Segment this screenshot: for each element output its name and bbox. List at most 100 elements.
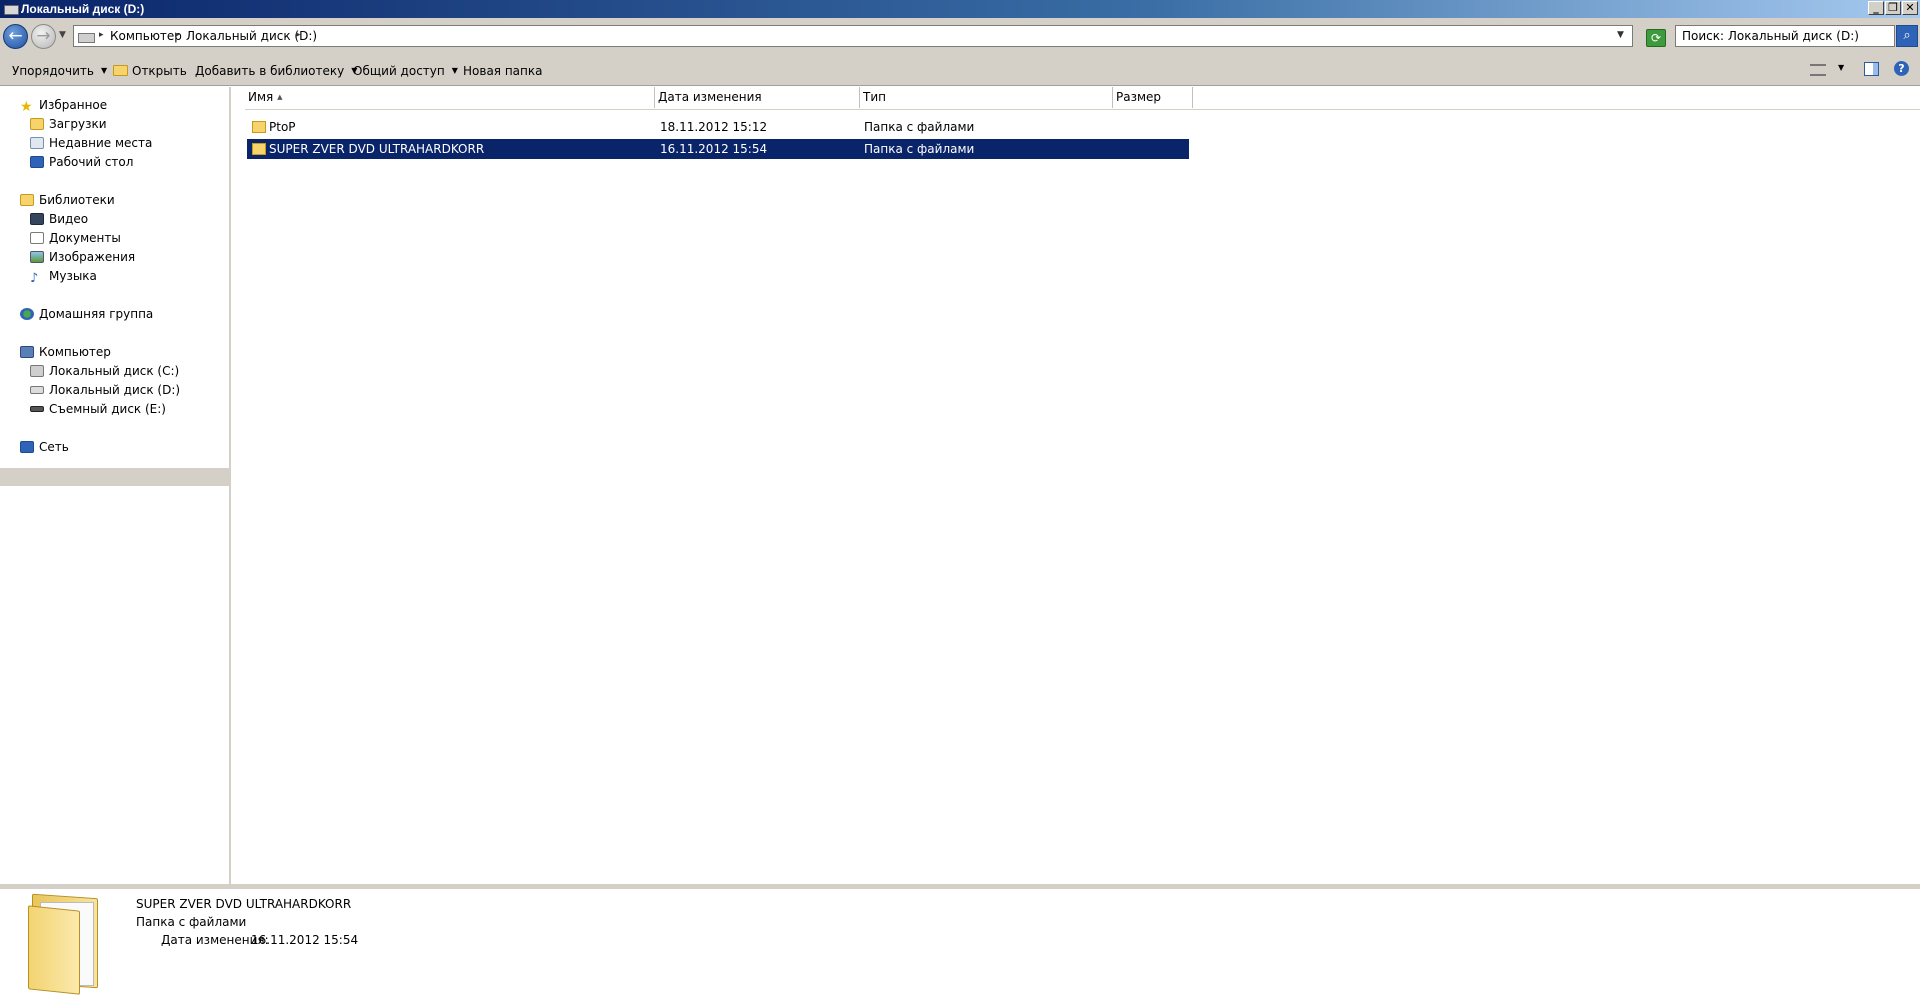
nav-item-downloads[interactable]: Загрузки	[30, 115, 107, 133]
chevron-right-icon[interactable]: ▸	[99, 30, 104, 40]
nav-item-music[interactable]: ♪ Музыка	[30, 267, 97, 285]
minimize-button[interactable]: _	[1868, 1, 1884, 15]
nav-item-documents[interactable]: Документы	[30, 229, 121, 247]
search-icon: ⌕	[1903, 28, 1911, 43]
nav-item-label: Видео	[49, 212, 89, 226]
details-name: SUPER ZVER DVD ULTRAHARDKORR	[136, 897, 352, 911]
folder-icon	[113, 65, 128, 76]
add-to-library-button[interactable]: Добавить в библиотеку ▼	[195, 64, 357, 78]
network-icon	[20, 441, 34, 453]
file-modified: 16.11.2012 15:54	[660, 142, 768, 156]
help-icon[interactable]: ?	[1894, 61, 1909, 76]
nav-item-recent-places[interactable]: Недавние места	[30, 134, 152, 152]
address-toolbar: ← → ▼ ▸ Компьютер ▸ Локальный диск (D:) …	[0, 18, 1920, 56]
window-title: Локальный диск (D:)	[21, 2, 145, 16]
chevron-right-icon[interactable]: ▸	[296, 30, 301, 40]
table-row[interactable]: SUPER ZVER DVD ULTRAHARDKORR 16.11.2012 …	[247, 139, 1189, 159]
nav-favorites-label: Избранное	[39, 98, 108, 112]
back-button[interactable]: ←	[3, 24, 28, 49]
nav-libraries-label: Библиотеки	[39, 193, 115, 207]
nav-item-pictures[interactable]: Изображения	[30, 248, 135, 266]
chevron-right-icon[interactable]: ▸	[175, 30, 180, 40]
nav-computer[interactable]: Компьютер	[20, 343, 111, 361]
large-folder-icon	[24, 888, 104, 995]
file-name: SUPER ZVER DVD ULTRAHARDKORR	[269, 142, 485, 156]
history-dropdown[interactable]: ▼	[59, 30, 67, 40]
nav-network-label: Сеть	[39, 440, 69, 454]
new-folder-button[interactable]: Новая папка	[463, 64, 542, 78]
nav-libraries[interactable]: Библиотеки	[20, 191, 115, 209]
pictures-icon	[30, 251, 44, 263]
share-label: Общий доступ	[353, 64, 445, 78]
title-bar[interactable]: Локальный диск (D:) _ ❐ ✕	[0, 0, 1920, 18]
arrow-right-icon: →	[36, 26, 51, 46]
nav-item-removable-disk-e[interactable]: Съемный диск (E:)	[30, 400, 166, 418]
file-list-pane[interactable]	[232, 87, 1920, 884]
nav-item-local-disk-c[interactable]: Локальный диск (C:)	[30, 362, 179, 380]
share-button[interactable]: Общий доступ ▼	[353, 64, 458, 78]
star-icon: ★	[20, 99, 33, 115]
close-button[interactable]: ✕	[1902, 1, 1918, 15]
desktop-icon	[30, 156, 44, 168]
arrow-left-icon: ←	[8, 26, 23, 46]
nav-item-label: Музыка	[49, 269, 97, 283]
drive-icon	[30, 386, 44, 394]
documents-icon	[30, 232, 44, 244]
open-label: Открыть	[132, 64, 187, 78]
add-to-library-label: Добавить в библиотеку	[195, 64, 345, 78]
column-header-size[interactable]: Размер	[1113, 87, 1193, 108]
downloads-folder-icon	[30, 118, 44, 130]
chevron-down-icon[interactable]: ▼	[1838, 63, 1844, 72]
nav-item-label: Изображения	[49, 250, 136, 264]
nav-item-label: Загрузки	[49, 117, 107, 131]
refresh-icon: ⟳	[1650, 31, 1662, 45]
nav-item-label: Документы	[49, 231, 121, 245]
nav-item-label: Локальный диск (C:)	[49, 364, 180, 378]
search-button[interactable]: ⌕	[1896, 25, 1918, 47]
details-modified-value: 16.11.2012 15:54	[251, 933, 359, 947]
recent-places-icon	[30, 137, 44, 149]
nav-item-desktop[interactable]: Рабочий стол	[30, 153, 133, 171]
video-icon	[30, 213, 44, 225]
address-dropdown-icon[interactable]: ▼	[1617, 30, 1624, 40]
column-name-label: Имя	[248, 90, 274, 104]
folder-icon	[252, 143, 266, 155]
file-type: Папка с файлами	[864, 142, 975, 156]
drive-icon	[4, 5, 19, 15]
nav-network[interactable]: Сеть	[20, 438, 69, 456]
nav-item-label: Недавние места	[49, 136, 153, 150]
nav-item-label: Съемный диск (E:)	[49, 402, 166, 416]
restore-button[interactable]: ❐	[1885, 1, 1901, 15]
open-button[interactable]: Открыть	[113, 64, 187, 78]
column-header-type[interactable]: Тип	[860, 87, 1113, 108]
nav-item-local-disk-d[interactable]: Локальный диск (D:)	[30, 381, 180, 399]
details-type: Папка с файлами	[136, 915, 247, 929]
music-icon: ♪	[30, 271, 39, 286]
nav-favorites[interactable]: ★ Избранное	[20, 96, 107, 114]
nav-item-video[interactable]: Видео	[30, 210, 88, 228]
folder-icon	[252, 121, 266, 133]
nav-item-label: Локальный диск (D:)	[49, 383, 181, 397]
file-name: PtoP	[269, 120, 296, 134]
column-header-name[interactable]: Имя ▲	[245, 87, 655, 108]
nav-homegroup-label: Домашняя группа	[39, 307, 154, 321]
address-bar[interactable]: ▸ Компьютер ▸ Локальный диск (D:) ▸ ▼	[73, 25, 1633, 47]
preview-pane-icon[interactable]	[1864, 62, 1879, 76]
search-input[interactable]: Поиск: Локальный диск (D:)	[1675, 25, 1895, 47]
chevron-down-icon: ▼	[100, 66, 108, 75]
nav-homegroup[interactable]: Домашняя группа	[20, 305, 153, 323]
nav-selection-highlight	[0, 468, 229, 486]
refresh-button[interactable]: ⟳	[1646, 29, 1666, 47]
table-row[interactable]: PtoP 18.11.2012 15:12 Папка с файлами	[247, 117, 1189, 137]
breadcrumb-computer[interactable]: Компьютер	[110, 29, 182, 43]
organize-label: Упорядочить	[12, 64, 94, 78]
column-header-modified[interactable]: Дата изменения	[655, 87, 860, 108]
forward-button[interactable]: →	[31, 24, 56, 49]
chevron-down-icon: ▼	[451, 66, 458, 75]
column-header-row: Имя ▲ Дата изменения Тип Размер	[245, 87, 1920, 110]
organize-button[interactable]: Упорядочить ▼	[12, 64, 107, 78]
view-options-icon[interactable]	[1810, 64, 1826, 76]
nav-item-label: Рабочий стол	[49, 155, 134, 169]
removable-drive-icon	[30, 406, 44, 412]
file-type: Папка с файлами	[864, 120, 975, 134]
